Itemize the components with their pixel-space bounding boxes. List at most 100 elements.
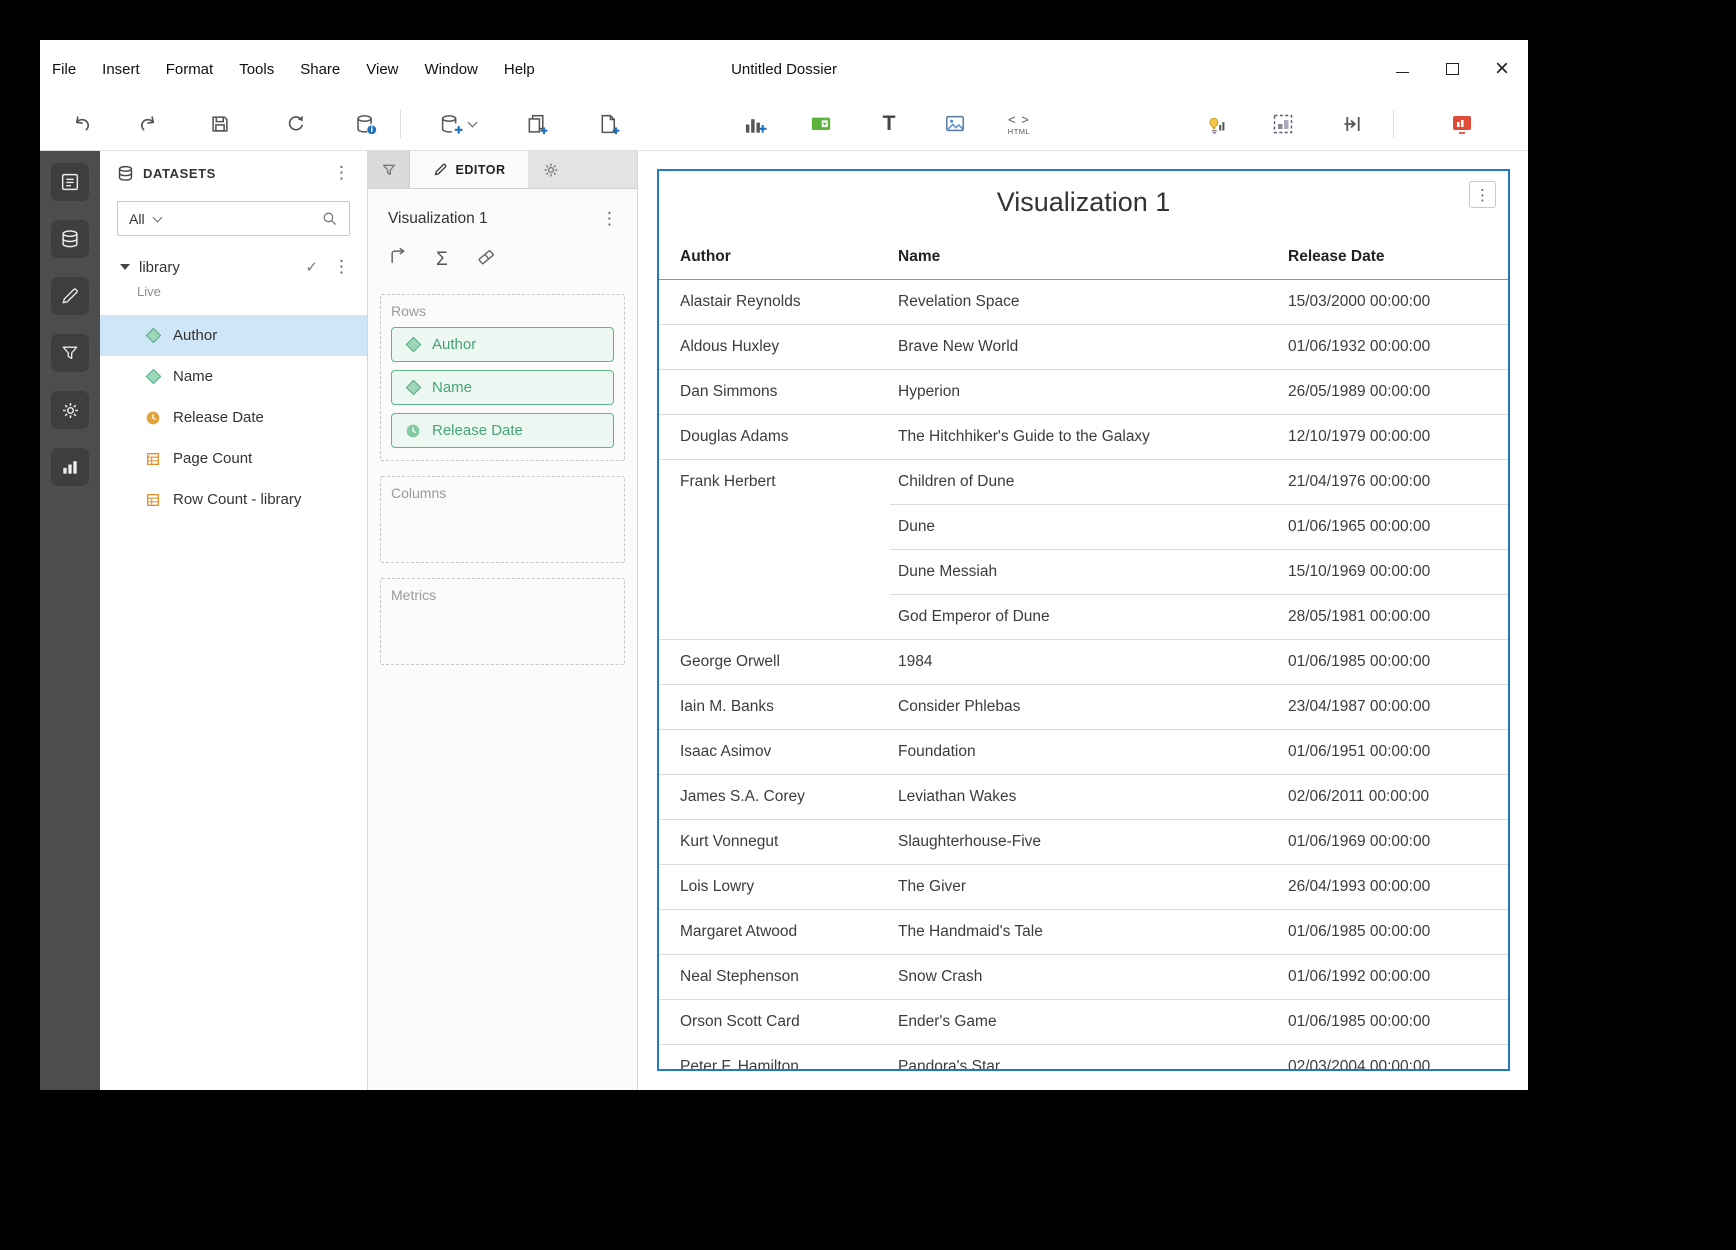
group-elements-button[interactable] bbox=[1265, 106, 1301, 142]
filter-panel-button[interactable] bbox=[51, 334, 89, 372]
grid-cell-release-date[interactable]: 21/04/1976 00:00:00 bbox=[1280, 460, 1508, 505]
maximize-button[interactable] bbox=[1440, 56, 1464, 82]
field-item-name[interactable]: Name bbox=[100, 356, 367, 397]
clear-button[interactable] bbox=[476, 247, 496, 272]
grid-cell-author[interactable]: Frank Herbert bbox=[659, 460, 890, 640]
editor-tab[interactable]: EDITOR bbox=[410, 151, 528, 188]
dataset-menu-button[interactable]: ⋮ bbox=[326, 255, 357, 279]
object-filter-dropdown[interactable]: All bbox=[129, 211, 161, 227]
grid-cell-name[interactable]: The Hitchhiker's Guide to the Galaxy bbox=[890, 415, 1280, 460]
grid-cell-name[interactable]: The Handmaid's Tale bbox=[890, 910, 1280, 955]
add-data-button[interactable] bbox=[431, 106, 483, 142]
grid-cell-author[interactable]: Douglas Adams bbox=[659, 415, 890, 460]
grid-column-header[interactable]: Release Date bbox=[1280, 236, 1508, 280]
grid-cell-author[interactable]: Margaret Atwood bbox=[659, 910, 890, 955]
grid-cell-release-date[interactable]: 12/10/1979 00:00:00 bbox=[1280, 415, 1508, 460]
grid-cell-author[interactable]: Kurt Vonnegut bbox=[659, 820, 890, 865]
insert-image-button[interactable] bbox=[937, 106, 973, 142]
menu-tools[interactable]: Tools bbox=[229, 55, 284, 84]
minimize-button[interactable] bbox=[1390, 56, 1414, 82]
gallery-panel-button[interactable] bbox=[51, 448, 89, 486]
grid-cell-author[interactable]: Neal Stephenson bbox=[659, 955, 890, 1000]
search-button[interactable] bbox=[321, 210, 338, 227]
chip-author[interactable]: Author bbox=[391, 327, 614, 362]
grid-cell-release-date[interactable]: 02/03/2004 00:00:00 bbox=[1280, 1045, 1508, 1072]
grid-cell-release-date[interactable]: 01/06/1951 00:00:00 bbox=[1280, 730, 1508, 775]
grid-cell-release-date[interactable]: 01/06/1969 00:00:00 bbox=[1280, 820, 1508, 865]
insert-selector-button[interactable] bbox=[803, 106, 839, 142]
dataset-info-button[interactable] bbox=[348, 106, 384, 142]
undo-button[interactable] bbox=[64, 106, 100, 142]
swap-axes-button[interactable] bbox=[388, 247, 408, 272]
grid-cell-author[interactable]: Orson Scott Card bbox=[659, 1000, 890, 1045]
grid-cell-release-date[interactable]: 01/06/1932 00:00:00 bbox=[1280, 325, 1508, 370]
visualization-options-button[interactable]: ⋮ bbox=[1469, 181, 1496, 208]
menu-insert[interactable]: Insert bbox=[92, 55, 150, 84]
field-item-page-count[interactable]: Page Count bbox=[100, 438, 367, 479]
grid-cell-release-date[interactable]: 26/05/1989 00:00:00 bbox=[1280, 370, 1508, 415]
grid-cell-name[interactable]: The Giver bbox=[890, 865, 1280, 910]
grid-cell-author[interactable]: Iain M. Banks bbox=[659, 685, 890, 730]
chip-release-date[interactable]: Release Date bbox=[391, 413, 614, 448]
canvas[interactable]: ⋮ Visualization 1 AuthorNameRelease Date… bbox=[638, 151, 1528, 1090]
expand-caret-icon[interactable] bbox=[120, 264, 130, 270]
aggregate-button[interactable]: Σ bbox=[436, 249, 448, 271]
redo-button[interactable] bbox=[130, 106, 166, 142]
menu-view[interactable]: View bbox=[356, 55, 408, 84]
menu-share[interactable]: Share bbox=[290, 55, 350, 84]
insert-html-button[interactable]: < > HTML bbox=[1001, 106, 1037, 142]
menu-format[interactable]: Format bbox=[156, 55, 224, 84]
grid-cell-name[interactable]: Consider Phlebas bbox=[890, 685, 1280, 730]
presentation-button[interactable] bbox=[1444, 106, 1480, 142]
grid-cell-name[interactable]: Pandora's Star bbox=[890, 1045, 1280, 1072]
field-item-author[interactable]: Author bbox=[100, 315, 367, 356]
grid-cell-release-date[interactable]: 01/06/1985 00:00:00 bbox=[1280, 910, 1508, 955]
grid-cell-author[interactable]: Isaac Asimov bbox=[659, 730, 890, 775]
grid-cell-release-date[interactable]: 01/06/1985 00:00:00 bbox=[1280, 640, 1508, 685]
visualization-card[interactable]: ⋮ Visualization 1 AuthorNameRelease Date… bbox=[657, 169, 1510, 1071]
format-tab[interactable] bbox=[528, 151, 574, 188]
grid-cell-release-date[interactable]: 01/06/1965 00:00:00 bbox=[1280, 505, 1508, 550]
convert-layout-button[interactable] bbox=[1335, 106, 1371, 142]
datasets-panel-button[interactable] bbox=[51, 220, 89, 258]
grid-cell-release-date[interactable]: 15/03/2000 00:00:00 bbox=[1280, 280, 1508, 325]
grid-cell-name[interactable]: Slaughterhouse-Five bbox=[890, 820, 1280, 865]
menu-file[interactable]: File bbox=[42, 55, 86, 84]
grid-cell-name[interactable]: Snow Crash bbox=[890, 955, 1280, 1000]
grid-cell-release-date[interactable]: 28/05/1981 00:00:00 bbox=[1280, 595, 1508, 640]
insights-button[interactable] bbox=[1197, 106, 1233, 142]
grid-cell-name[interactable]: Dune bbox=[890, 505, 1280, 550]
grid-cell-release-date[interactable]: 15/10/1969 00:00:00 bbox=[1280, 550, 1508, 595]
save-button[interactable] bbox=[202, 106, 238, 142]
grid-cell-author[interactable]: Alastair Reynolds bbox=[659, 280, 890, 325]
field-item-release-date[interactable]: Release Date bbox=[100, 397, 367, 438]
field-item-row-count[interactable]: Row Count - library bbox=[100, 479, 367, 520]
grid-cell-name[interactable]: Leviathan Wakes bbox=[890, 775, 1280, 820]
grid-cell-name[interactable]: Foundation bbox=[890, 730, 1280, 775]
menu-window[interactable]: Window bbox=[415, 55, 488, 84]
rows-drop-zone[interactable]: Rows Author Name bbox=[380, 294, 625, 461]
contents-panel-button[interactable] bbox=[51, 163, 89, 201]
add-page-button[interactable] bbox=[591, 106, 627, 142]
grid-cell-name[interactable]: Ender's Game bbox=[890, 1000, 1280, 1045]
editor-panel-button[interactable] bbox=[51, 277, 89, 315]
refresh-button[interactable] bbox=[278, 106, 314, 142]
chip-name[interactable]: Name bbox=[391, 370, 614, 405]
columns-drop-zone[interactable]: Columns bbox=[380, 476, 625, 563]
close-button[interactable]: × bbox=[1490, 56, 1514, 82]
grid-cell-author[interactable]: Dan Simmons bbox=[659, 370, 890, 415]
grid-column-header[interactable]: Author bbox=[659, 236, 890, 280]
filter-tab[interactable] bbox=[368, 151, 410, 188]
grid-cell-author[interactable]: Aldous Huxley bbox=[659, 325, 890, 370]
menu-help[interactable]: Help bbox=[494, 55, 545, 84]
visualization-menu-button[interactable]: ⋮ bbox=[594, 207, 625, 231]
grid-cell-release-date[interactable]: 23/04/1987 00:00:00 bbox=[1280, 685, 1508, 730]
insert-visualization-button[interactable] bbox=[737, 106, 773, 142]
grid-cell-author[interactable]: James S.A. Corey bbox=[659, 775, 890, 820]
grid-cell-author[interactable]: Peter F. Hamilton bbox=[659, 1045, 890, 1072]
insert-text-button[interactable]: T bbox=[871, 106, 907, 142]
grid-cell-author[interactable]: Lois Lowry bbox=[659, 865, 890, 910]
grid-cell-release-date[interactable]: 26/04/1993 00:00:00 bbox=[1280, 865, 1508, 910]
grid-cell-name[interactable]: God Emperor of Dune bbox=[890, 595, 1280, 640]
duplicate-page-button[interactable] bbox=[519, 106, 555, 142]
